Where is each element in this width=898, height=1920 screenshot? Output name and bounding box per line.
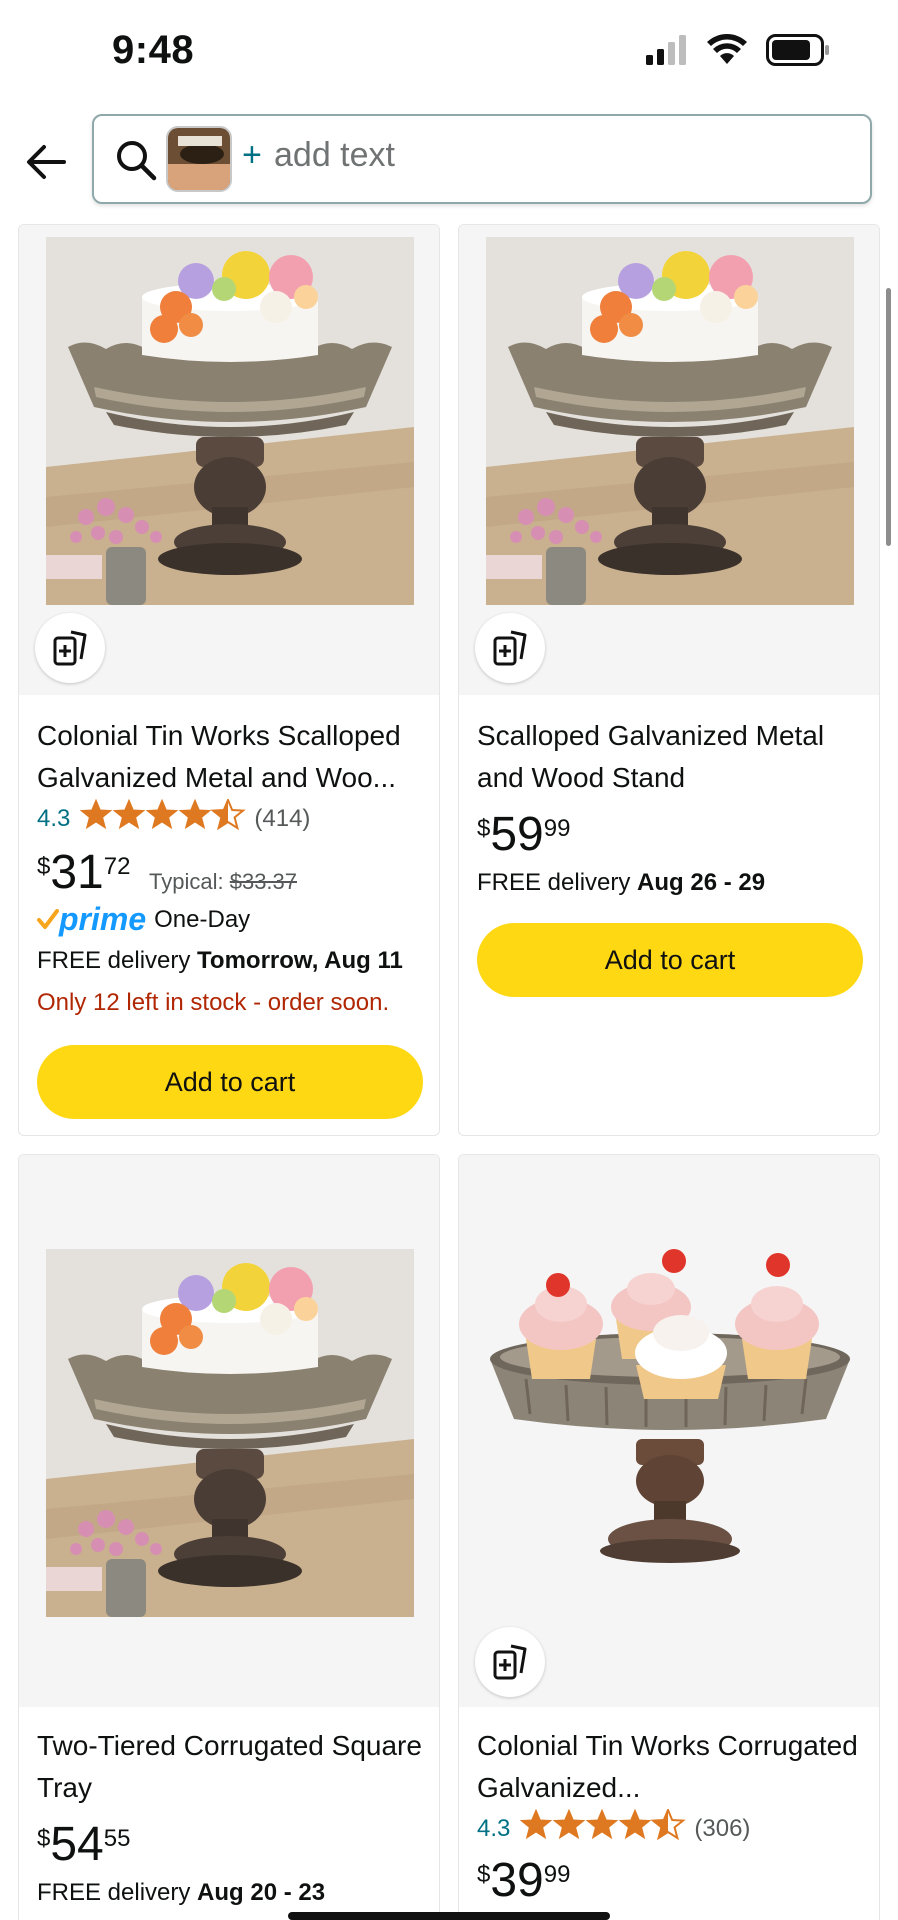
rating-value: 4.3 [477,1814,511,1842]
product-image[interactable] [46,237,414,605]
add-to-cart-button[interactable]: Add to cart [37,1045,423,1119]
star-icon [80,799,245,829]
product-image-area[interactable] [19,225,439,695]
search-image-thumbnail[interactable] [166,126,232,192]
product-card[interactable]: Two-Tiered Corrugated Square Tray $ 54 5… [18,1154,440,1920]
product-title[interactable]: Scalloped Galvanized Metal and Wood Stan… [477,715,863,799]
product-title[interactable]: Colonial Tin Works Scalloped Galvanized … [37,715,423,799]
product-image-area[interactable] [459,1155,879,1707]
rating-value: 4.3 [37,804,71,832]
signal-icon [646,35,686,65]
search-icon[interactable] [114,138,158,182]
search-input[interactable]: + add text [92,114,872,204]
add-to-compare-icon [493,1644,527,1680]
status-time: 9:48 [112,28,195,72]
scrollbar[interactable] [886,288,891,546]
battery-icon [766,34,829,66]
add-to-compare-icon [53,630,87,666]
product-title[interactable]: Colonial Tin Works Corrugated Galvanized… [477,1725,863,1809]
delivery-info: FREE delivery Tomorrow, Aug 11 [37,947,403,974]
typical-price: Typical: $33.37 [149,869,298,894]
product-image[interactable] [46,1249,414,1617]
prime-badge: prime One-Day [37,901,250,938]
product-price: $ 54 55 [37,1818,131,1871]
add-to-compare-button[interactable] [475,613,545,683]
product-title[interactable]: Two-Tiered Corrugated Square Tray [37,1725,423,1809]
product-card[interactable]: Scalloped Galvanized Metal and Wood Stan… [458,224,880,1136]
status-icons [646,34,830,66]
product-rating[interactable]: 4.3 (306) [477,1809,750,1848]
product-image-area[interactable] [19,1155,439,1707]
product-price: $ 59 99 [477,808,571,861]
add-text-plus-icon[interactable]: + [242,136,262,175]
add-to-compare-icon [493,630,527,666]
product-card[interactable]: Colonial Tin Works Scalloped Galvanized … [18,224,440,1136]
product-rating[interactable]: 4.3 (414) [37,799,310,838]
search-placeholder[interactable]: add text [274,136,395,175]
product-image-area[interactable] [459,225,879,695]
star-rating [520,1809,686,1848]
home-indicator[interactable] [288,1912,610,1920]
back-arrow-icon[interactable] [24,140,68,184]
add-to-cart-button[interactable]: Add to cart [477,923,863,997]
product-price: $ 39 99 [477,1854,571,1907]
product-price: $ 31 72 [37,846,131,899]
delivery-info: FREE delivery Aug 20 - 23 [37,1879,326,1906]
stock-note: Only 12 left in stock - order soon. [37,989,390,1016]
star-rating [80,799,246,838]
add-to-compare-button[interactable] [475,1627,545,1697]
delivery-info: FREE delivery Aug 26 - 29 [477,869,766,896]
product-image[interactable] [486,1249,854,1617]
product-card[interactable]: Colonial Tin Works Corrugated Galvanized… [458,1154,880,1920]
star-icon [520,1809,685,1839]
search-header: + add text [0,100,898,218]
review-count: (414) [254,804,311,832]
add-to-compare-button[interactable] [35,613,105,683]
prime-check-icon [37,908,59,929]
review-count: (306) [694,1814,751,1842]
product-image[interactable] [486,237,854,605]
status-bar: 9:48 [0,0,898,100]
wifi-icon [707,34,747,64]
